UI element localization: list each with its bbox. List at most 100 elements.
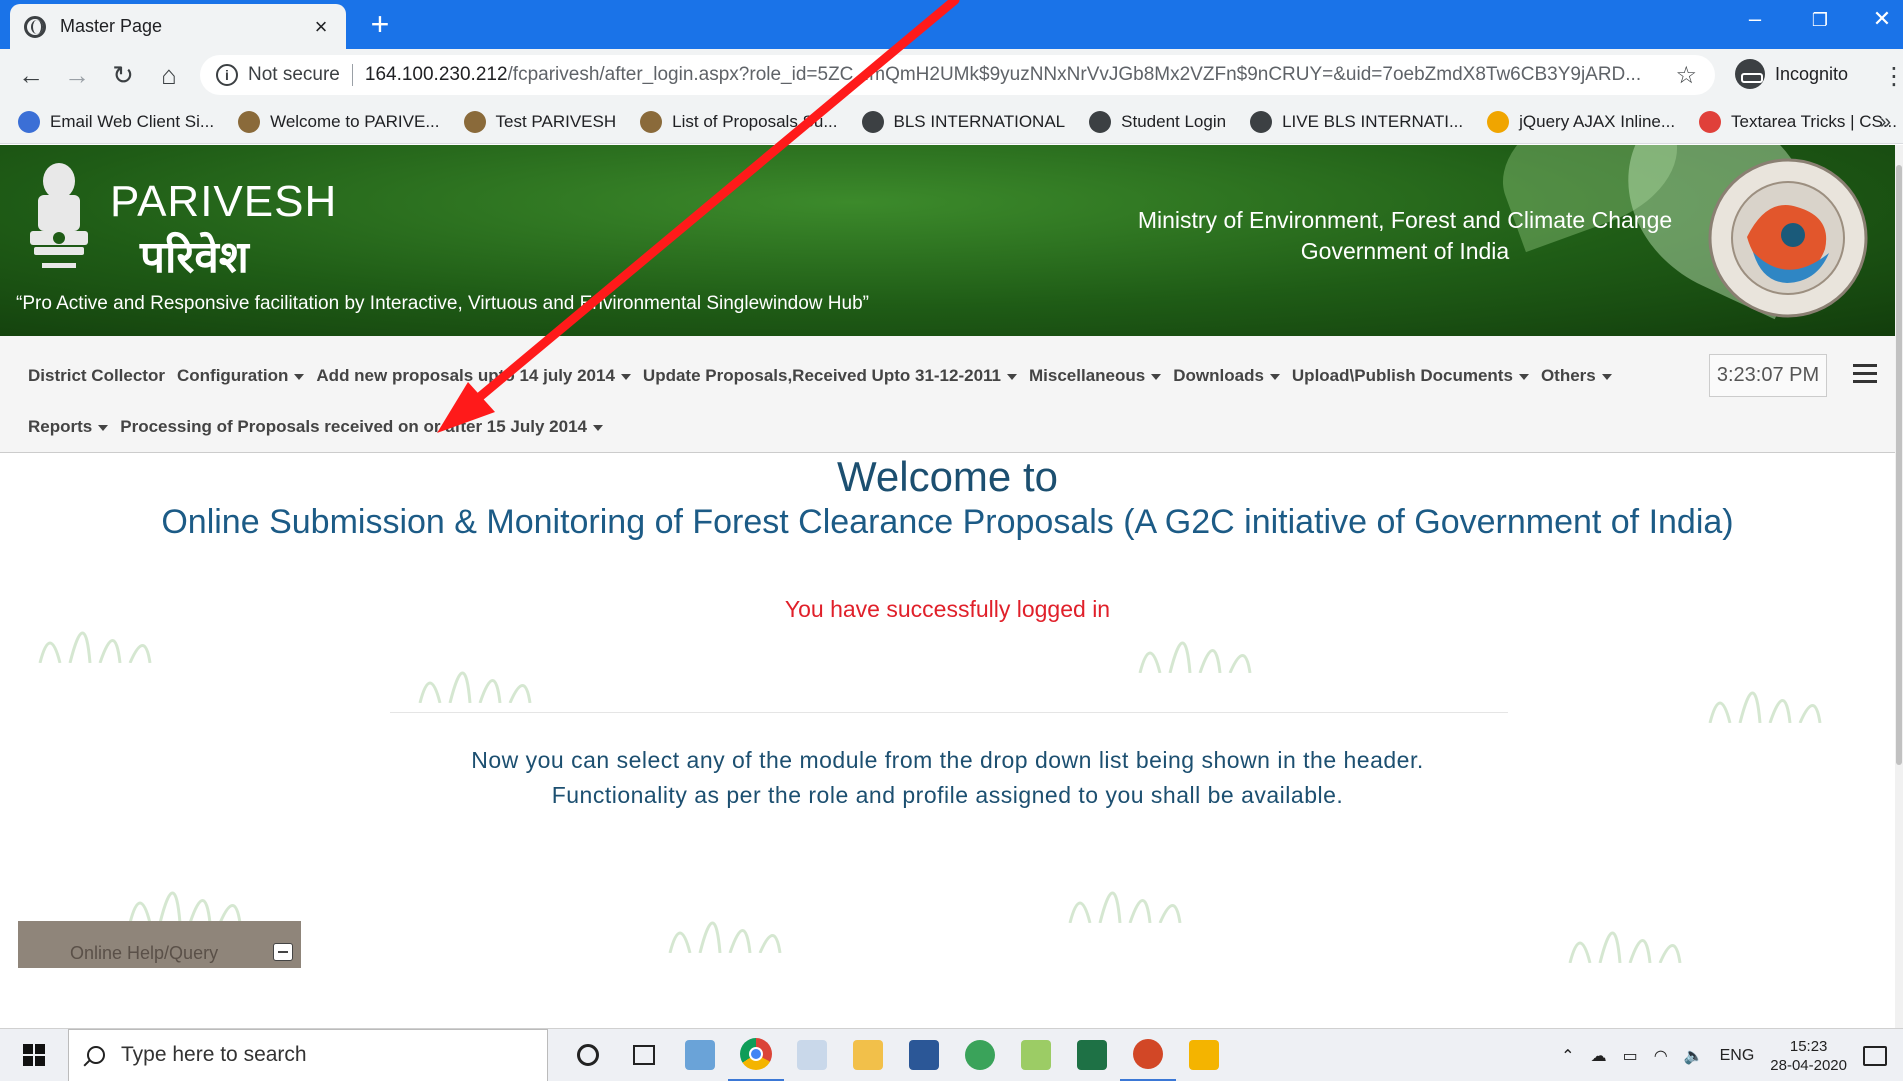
bookmark-item[interactable]: Test PARIVESH	[463, 111, 616, 133]
info-line-1: Now you can select any of the module fro…	[471, 747, 1424, 773]
taskbar-search-placeholder: Type here to search	[121, 1043, 307, 1066]
close-window-icon[interactable]: ✕	[1862, 6, 1902, 32]
clock-date[interactable]: 15:23 28-04-2020	[1770, 1037, 1847, 1075]
reload-icon[interactable]: ↻	[100, 60, 146, 91]
divider	[390, 712, 1508, 713]
minimize-icon[interactable]: –	[1735, 6, 1775, 32]
windows-logo-icon	[23, 1044, 45, 1066]
main-content: Welcome to Online Submission & Monitorin…	[0, 453, 1895, 1028]
word-icon[interactable]	[896, 1029, 952, 1081]
cortana-icon[interactable]	[560, 1029, 616, 1081]
wifi-icon[interactable]: ◠	[1654, 1046, 1668, 1066]
not-secure-label[interactable]: Not secure	[248, 64, 353, 86]
nav-menu-item[interactable]: Upload\Publish Documents	[1292, 366, 1529, 386]
task-view-icon[interactable]	[616, 1029, 672, 1081]
search-icon	[87, 1046, 105, 1064]
file-explorer-icon[interactable]	[840, 1029, 896, 1081]
grass-decoration	[128, 891, 242, 923]
back-icon[interactable]: ←	[8, 60, 54, 91]
nav-menu-label: Processing of Proposals received on or a…	[120, 417, 587, 436]
onedrive-icon[interactable]: ☁	[1591, 1046, 1607, 1066]
bookmark-item[interactable]: List of Proposals Su...	[640, 111, 838, 133]
bookmark-item[interactable]: Textarea Tricks | CS...	[1699, 111, 1897, 133]
chevron-up-icon[interactable]: ⌃	[1561, 1046, 1574, 1066]
caret-down-icon	[1007, 373, 1018, 380]
restore-icon[interactable]: ❐	[1800, 10, 1840, 31]
nav-menu-item[interactable]: Miscellaneous	[1029, 366, 1162, 386]
system-tray: ⌃ ☁ ▭ ◠ 🔈 ENG 15:23 28-04-2020	[1561, 1029, 1903, 1081]
nav-menu-item[interactable]: Update Proposals,Received Upto 31-12-201…	[643, 366, 1018, 386]
scrollbar-thumb[interactable]	[1896, 165, 1902, 765]
bookmark-favicon-icon	[1487, 111, 1510, 133]
bookmark-item[interactable]: jQuery AJAX Inline...	[1487, 111, 1675, 133]
bookmark-item[interactable]: LIVE BLS INTERNATI...	[1250, 111, 1463, 133]
url-host: 164.100.230.212	[364, 64, 508, 85]
language-indicator[interactable]: ENG	[1720, 1047, 1755, 1065]
excel-icon[interactable]	[1064, 1029, 1120, 1081]
logo-text-english: PARIVESH	[110, 177, 338, 226]
tab-close-button[interactable]: ×	[310, 14, 332, 40]
app-icon[interactable]	[672, 1029, 728, 1081]
notepad-icon[interactable]	[1008, 1029, 1064, 1081]
bookmarks-overflow-icon[interactable]: »	[1880, 111, 1891, 134]
incognito-indicator[interactable]: Incognito	[1735, 59, 1848, 89]
online-help-label[interactable]: Online Help/Query	[70, 943, 218, 964]
ministry-line-2: Government of India	[1300, 238, 1510, 264]
chrome-icon[interactable]	[728, 1029, 784, 1081]
address-bar[interactable]: i Not secure 164.100.230.212 /fcparivesh…	[200, 55, 1715, 95]
volume-icon[interactable]: 🔈	[1684, 1046, 1704, 1066]
tray-date: 28-04-2020	[1770, 1056, 1847, 1074]
incognito-icon	[1735, 59, 1765, 89]
bookmark-favicon-icon	[1089, 111, 1112, 133]
browser-tab[interactable]: Master Page ×	[10, 4, 346, 49]
nav-menu-label: Upload\Publish Documents	[1291, 366, 1513, 385]
bookmark-item[interactable]: BLS INTERNATIONAL	[861, 111, 1065, 133]
online-help-widget[interactable]: Online Help/Query	[18, 921, 301, 968]
bookmark-star-icon[interactable]: ☆	[1675, 61, 1697, 90]
bookmark-favicon-icon	[1699, 111, 1722, 133]
ministry-line-1: Ministry of Environment, Forest and Clim…	[1137, 207, 1673, 233]
bookmark-item[interactable]: Email Web Client Si...	[18, 111, 214, 133]
bookmark-item[interactable]: Welcome to PARIVE...	[238, 111, 440, 133]
page-scrollbar[interactable]	[1895, 145, 1903, 1028]
forward-icon[interactable]: →	[54, 60, 100, 91]
snipping-tool-icon[interactable]	[784, 1029, 840, 1081]
nav-menu-label: Configuration	[176, 366, 289, 385]
nav-menu-label: District Collector	[28, 366, 165, 385]
nav-menu-item[interactable]: Add new proposals upto 14 july 2014	[316, 366, 631, 386]
browser-menu-icon[interactable]: ⋮	[1882, 62, 1903, 91]
minimize-help-icon[interactable]	[273, 943, 293, 961]
nav-menu-item[interactable]: Downloads	[1173, 366, 1280, 386]
new-tab-button[interactable]: +	[362, 8, 398, 40]
hamburger-menu-icon[interactable]	[1853, 364, 1877, 386]
tray-time: 15:23	[1789, 1037, 1828, 1055]
paint-icon[interactable]	[1176, 1029, 1232, 1081]
logo-text-hindi: परिवेश	[140, 233, 249, 282]
nav-menu-item[interactable]: Others	[1541, 366, 1612, 386]
nav-menu-label: Downloads	[1173, 366, 1264, 385]
browser-app-icon[interactable]	[952, 1029, 1008, 1081]
bookmark-favicon-icon	[238, 111, 261, 133]
nav-menu-item[interactable]: District Collector	[28, 366, 165, 386]
taskbar-search[interactable]: Type here to search	[68, 1028, 548, 1081]
globe-icon	[24, 15, 46, 38]
home-icon[interactable]: ⌂	[146, 60, 192, 91]
battery-icon[interactable]: ▭	[1623, 1046, 1638, 1066]
nav-menu-item[interactable]: Processing of Proposals received on or a…	[120, 417, 603, 437]
nav-menu-item[interactable]: Reports	[28, 417, 109, 437]
tagline: “Pro Active and Responsive facilitation …	[16, 293, 869, 314]
info-line-2: Functionality as per the role and profil…	[551, 782, 1344, 808]
info-icon[interactable]: i	[216, 64, 238, 86]
bookmark-favicon-icon	[1250, 111, 1273, 133]
national-emblem-icon	[30, 163, 88, 268]
site-header: PARIVESH परिवेश “Pro Active and Responsi…	[0, 145, 1895, 336]
bookmark-favicon-icon	[861, 111, 884, 133]
welcome-heading: Welcome to	[837, 453, 1058, 500]
bookmark-item[interactable]: Student Login	[1089, 111, 1226, 133]
start-button[interactable]	[0, 1029, 68, 1081]
powerpoint-icon[interactable]	[1120, 1029, 1176, 1081]
nav-menu-label: Miscellaneous	[1029, 366, 1146, 385]
notification-icon[interactable]	[1863, 1045, 1887, 1066]
nav-menu-item[interactable]: Configuration	[176, 366, 305, 386]
bookmark-favicon-icon	[18, 111, 40, 133]
